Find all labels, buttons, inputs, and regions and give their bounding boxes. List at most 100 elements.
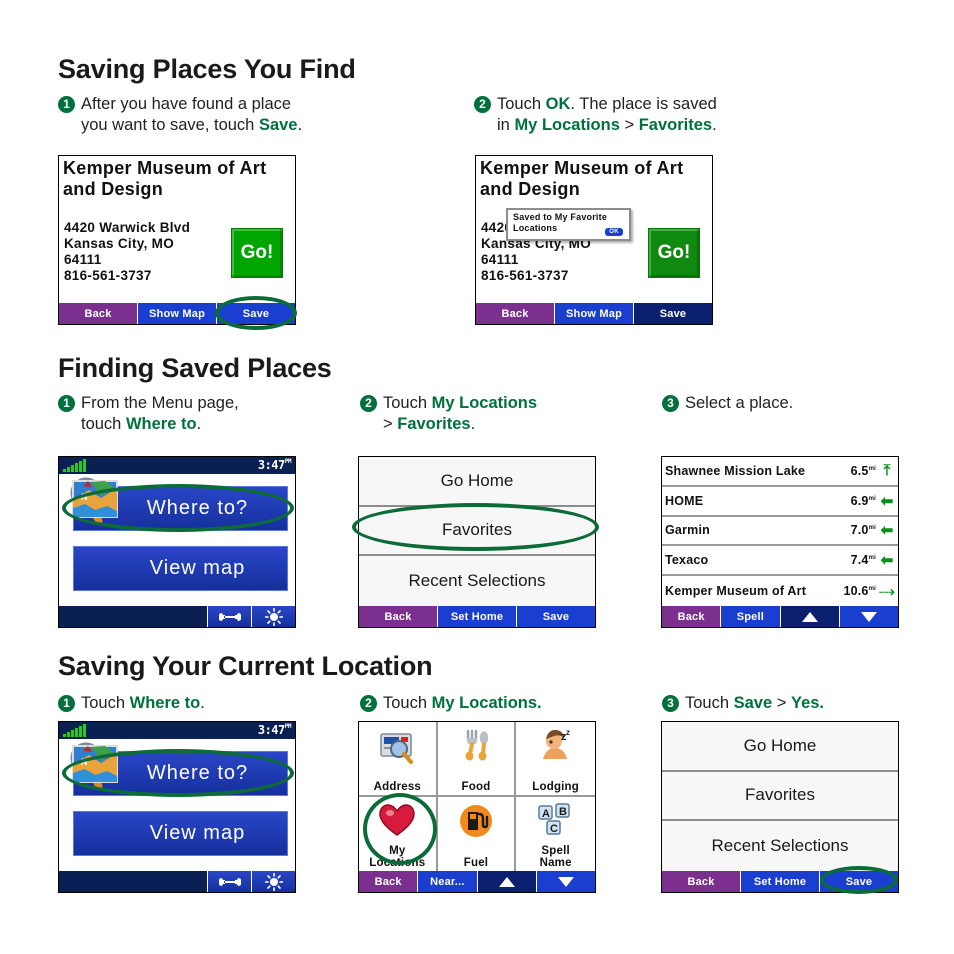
device-screen-my-locations-menu[interactable]: Go Home Favorites Recent Selections Back… bbox=[358, 456, 596, 628]
grid-button-bar: Back Near... bbox=[359, 871, 595, 892]
step-text-3: . bbox=[297, 116, 303, 134]
sleeping-person-icon: z z bbox=[542, 728, 570, 759]
device-screen-main-menu[interactable]: 3:47PM Where to? View map N bbox=[58, 456, 296, 628]
phone-number: 816-561-3737 bbox=[481, 268, 569, 283]
step-3-2: 2 Touch My Locations. bbox=[360, 693, 630, 714]
scroll-down-button[interactable] bbox=[839, 606, 898, 627]
menu-row-go-home[interactable]: Go Home bbox=[662, 722, 898, 772]
step-number-badge: 2 bbox=[360, 395, 377, 412]
go-button[interactable]: Go! bbox=[648, 228, 700, 278]
brightness-icon[interactable] bbox=[251, 871, 295, 892]
category-my-locations[interactable]: My Locations bbox=[359, 796, 438, 871]
category-label: Lodging bbox=[532, 780, 580, 793]
category-label: Spell Name bbox=[540, 845, 572, 869]
wrench-icon[interactable] bbox=[207, 871, 251, 892]
step-text-4: . bbox=[712, 116, 717, 134]
go-button[interactable]: Go! bbox=[231, 228, 283, 278]
left-arrow-icon: ⬅ bbox=[880, 522, 894, 540]
set-home-button[interactable]: Set Home bbox=[741, 871, 820, 892]
category-label-line-1: My bbox=[389, 845, 406, 857]
spell-button[interactable]: Spell bbox=[721, 606, 781, 627]
save-button: Save bbox=[634, 303, 712, 324]
category-address[interactable]: Address bbox=[359, 722, 438, 797]
menu-row-favorites[interactable]: Favorites bbox=[359, 506, 595, 557]
favorite-row[interactable]: Texaco 7.4mi ⬅ bbox=[662, 546, 898, 577]
category-spell-name[interactable]: A B C Spell Name bbox=[516, 797, 595, 872]
device-screen-place-detail[interactable]: Kemper Museum of Art and Design 4420 War… bbox=[58, 155, 296, 325]
device-screen-place-saved[interactable]: Kemper Museum of Art and Design 4420 War… bbox=[475, 155, 713, 325]
near-button[interactable]: Near... bbox=[418, 871, 478, 892]
svg-text:C: C bbox=[550, 823, 558, 835]
dialog-ok-button[interactable]: OK bbox=[605, 228, 623, 236]
favorite-row[interactable]: Garmin 7.0mi ⬅ bbox=[662, 517, 898, 547]
scroll-up-button[interactable] bbox=[780, 606, 840, 627]
menu-body: Where to? View map N bbox=[59, 739, 295, 871]
back-button[interactable]: Back bbox=[359, 606, 438, 627]
brightness-icon[interactable] bbox=[251, 606, 295, 627]
up-right-arrow-icon: ⤏ bbox=[879, 582, 895, 600]
favorite-row[interactable]: Kemper Museum of Art 10.6mi ⤏ bbox=[662, 576, 898, 606]
place-address: 4420 Warwick Blvd Kansas City, MO 64111 … bbox=[64, 220, 190, 284]
back-button[interactable]: Back bbox=[476, 303, 555, 324]
back-button[interactable]: Back bbox=[59, 303, 138, 324]
category-fuel[interactable]: Fuel bbox=[438, 796, 517, 871]
category-grid: Address Food z z Lodging My Locations Fu… bbox=[359, 722, 595, 871]
address-line-3: 64111 bbox=[481, 252, 519, 267]
favorites-button-bar: Back Spell bbox=[662, 606, 898, 627]
scroll-down-button[interactable] bbox=[536, 871, 595, 892]
heart-icon bbox=[379, 803, 416, 836]
menu-row-go-home[interactable]: Go Home bbox=[359, 457, 595, 507]
category-food[interactable]: Food bbox=[437, 722, 517, 797]
menu-footer-bar bbox=[59, 606, 295, 627]
save-button[interactable]: Save bbox=[217, 303, 295, 324]
step-text-2: . bbox=[200, 694, 205, 712]
step-text-sep: > bbox=[772, 694, 791, 712]
scroll-up-button[interactable] bbox=[477, 871, 537, 892]
map-icon: N bbox=[72, 745, 118, 783]
step-2-3: 3 Select a place. bbox=[662, 393, 902, 414]
set-home-button[interactable]: Set Home bbox=[438, 606, 517, 627]
step-1-1: 1 After you have found a place you want to… bbox=[58, 94, 358, 136]
my-locations-list: Go Home Favorites Recent Selections bbox=[662, 722, 898, 871]
device-screen-my-locations-menu-2[interactable]: Go Home Favorites Recent Selections Back… bbox=[661, 721, 899, 893]
category-lodging[interactable]: z z Lodging bbox=[516, 722, 595, 797]
address-line-2: Kansas City, MO bbox=[64, 236, 175, 251]
device-screen-favorites-list[interactable]: Shawnee Mission Lake 6.5mi ⤒ HOME 6.9mi … bbox=[661, 456, 899, 628]
category-label-line-1: Spell bbox=[541, 845, 570, 857]
menu-footer-bar bbox=[59, 871, 295, 892]
favorite-row[interactable]: HOME 6.9mi ⬅ bbox=[662, 487, 898, 517]
fuel-pump-icon bbox=[459, 804, 492, 837]
save-button[interactable]: Save bbox=[517, 606, 595, 627]
detail-button-bar: Back Show Map Save bbox=[476, 303, 712, 324]
favorite-row[interactable]: Shawnee Mission Lake 6.5mi ⤒ bbox=[662, 457, 898, 487]
menu-button-bar: Back Set Home Save bbox=[359, 606, 595, 627]
step-keyword-my-locations: My Locations. bbox=[431, 694, 542, 712]
category-label-line-2: Name bbox=[539, 857, 572, 869]
back-button[interactable]: Back bbox=[359, 871, 419, 892]
step-keyword-my-locations: My Locations bbox=[514, 116, 620, 134]
show-map-button[interactable]: Show Map bbox=[138, 303, 217, 324]
show-map-button[interactable]: Show Map bbox=[555, 303, 634, 324]
step-text-3: . bbox=[196, 415, 202, 433]
step-text-sep: > bbox=[383, 415, 398, 433]
device-screen-main-menu-2[interactable]: 3:47PM Where to? View map N bbox=[58, 721, 296, 893]
step-text: After you have found a place bbox=[81, 95, 292, 113]
where-to-label: Where to? bbox=[146, 497, 249, 519]
menu-row-favorites[interactable]: Favorites bbox=[662, 771, 898, 822]
saved-confirmation-dialog[interactable]: Saved to My Favorite Locations OK bbox=[506, 208, 631, 241]
address-line-3: 64111 bbox=[64, 252, 102, 267]
device-screen-category-grid[interactable]: Address Food z z Lodging My Locations Fu… bbox=[358, 721, 596, 893]
back-button[interactable]: Back bbox=[662, 871, 741, 892]
menu-row-recent-selections[interactable]: Recent Selections bbox=[662, 821, 898, 871]
wrench-icon[interactable] bbox=[207, 606, 251, 627]
view-map-button[interactable]: View map bbox=[73, 811, 288, 856]
menu-row-recent-selections[interactable]: Recent Selections bbox=[359, 556, 595, 606]
step-keyword-where-to: Where to bbox=[129, 694, 201, 712]
back-button[interactable]: Back bbox=[662, 606, 722, 627]
step-number-badge: 1 bbox=[58, 695, 75, 712]
view-map-button[interactable]: View map bbox=[73, 546, 288, 591]
save-button[interactable]: Save bbox=[820, 871, 898, 892]
svg-text:z: z bbox=[566, 728, 570, 737]
step-text-3: in bbox=[497, 116, 515, 134]
phone-number: 816-561-3737 bbox=[64, 268, 152, 283]
